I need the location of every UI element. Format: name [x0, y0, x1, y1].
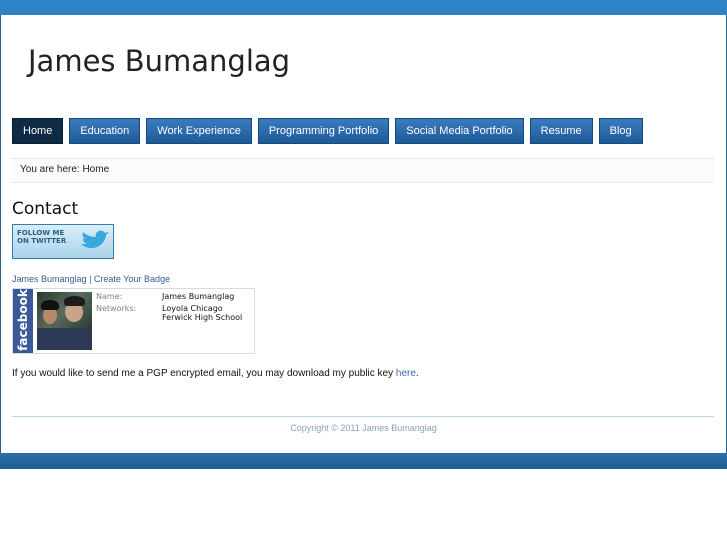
twitter-bird-icon [81, 230, 109, 249]
top-bar [0, 0, 727, 15]
page-title: Contact [12, 199, 79, 219]
twitter-follow-button[interactable]: FOLLOW ME ON TWITTER [12, 224, 114, 259]
public-key-link[interactable]: here [396, 368, 416, 379]
site-title[interactable]: James Bumanglag [28, 44, 290, 78]
badge-links: James Bumanglag | Create Your Badge [12, 274, 170, 284]
facebook-badge[interactable]: facebook Name: James Bumanglag Networks:… [12, 288, 255, 354]
create-badge-link[interactable]: Create Your Badge [94, 274, 170, 284]
nav-item-blog[interactable]: Blog [598, 118, 643, 144]
nav-item-home[interactable]: Home [12, 118, 64, 144]
facebook-logo: facebook [13, 289, 33, 353]
fb-name-value: James Bumanglag [162, 292, 235, 301]
breadcrumb-bar: You are here: Home [12, 158, 714, 183]
fb-name-label: Name: [96, 292, 123, 301]
nav-item-programming-portfolio[interactable]: Programming Portfolio [257, 118, 390, 144]
badge-links-separator: | [89, 274, 92, 284]
main-nav: Home Education Work Experience Programmi… [12, 118, 643, 144]
breadcrumb: You are here: Home [20, 164, 110, 175]
profile-name-link[interactable]: James Bumanglag [12, 274, 87, 284]
nav-item-work-experience[interactable]: Work Experience [146, 118, 252, 144]
fb-network-item: Ferwick High School [162, 313, 243, 322]
facebook-logo-text: facebook [16, 289, 30, 351]
facebook-fields: Name: James Bumanglag Networks: Loyola C… [96, 292, 242, 322]
footer-divider [12, 416, 714, 417]
nav-item-education[interactable]: Education [69, 118, 141, 144]
twitter-badge-line1: FOLLOW ME [17, 229, 65, 237]
nav-item-resume[interactable]: Resume [529, 118, 593, 144]
bottom-bar [0, 453, 727, 469]
twitter-badge-line2: ON TWITTER [17, 237, 67, 245]
footer-copyright: Copyright © 2011 James Bumanglag [290, 423, 437, 433]
profile-photo[interactable] [37, 292, 92, 350]
nav-item-social-media-portfolio[interactable]: Social Media Portfolio [395, 118, 524, 144]
twitter-badge-text: FOLLOW ME ON TWITTER [17, 229, 66, 245]
pgp-period: . [415, 368, 419, 379]
fb-network-item: Loyola Chicago [162, 304, 223, 313]
pgp-text: If you would like to send me a PGP encry… [12, 368, 419, 379]
pgp-sentence: If you would like to send me a PGP encry… [12, 368, 396, 379]
fb-networks-label: Networks: [96, 304, 137, 313]
